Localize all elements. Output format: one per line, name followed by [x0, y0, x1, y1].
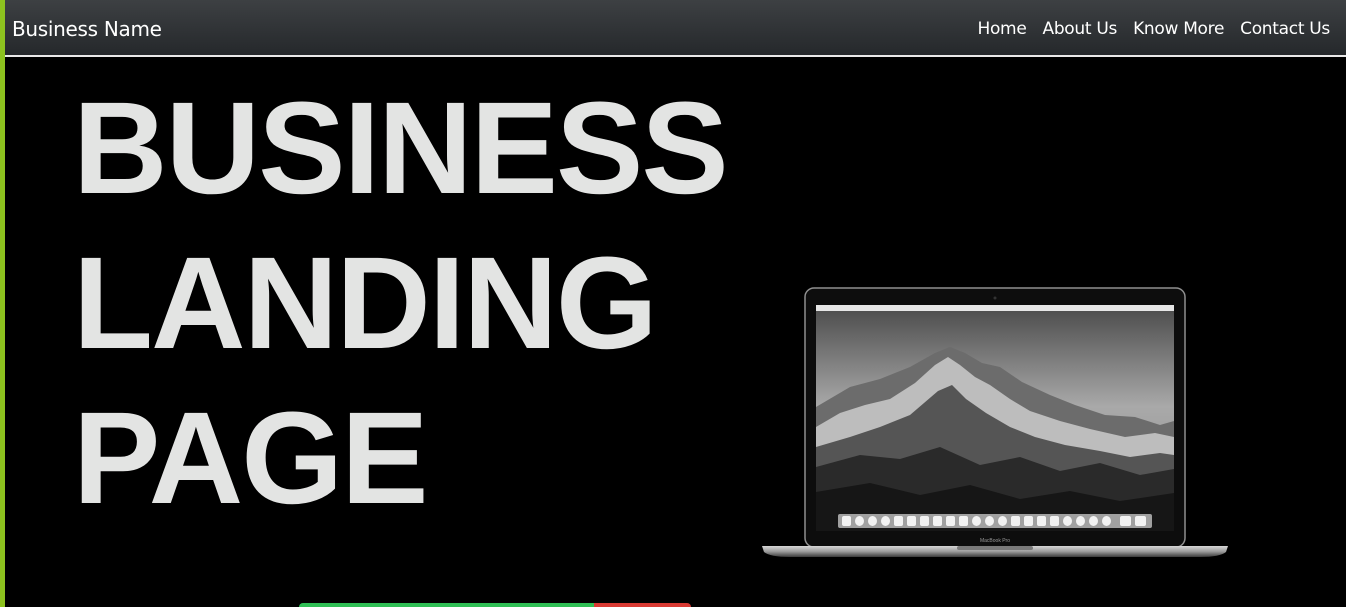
nav-link-about-us[interactable]: About Us: [1042, 19, 1117, 39]
hero-title-line-1: BUSINESS: [73, 74, 729, 221]
nav-links: Home About Us Know More Contact Us: [977, 19, 1330, 39]
nav-link-home[interactable]: Home: [977, 19, 1026, 39]
brand-link[interactable]: Business Name: [12, 17, 162, 41]
top-navbar: Business Name Home About Us Know More Co…: [5, 0, 1346, 57]
hero-title-line-3: PAGE: [73, 384, 429, 531]
hero-buttons: [299, 603, 691, 607]
hero-title: BUSINESS LANDING PAGE: [73, 70, 729, 535]
primary-action-button[interactable]: [299, 603, 594, 607]
laptop-image: MacBook Pro: [762, 287, 1228, 557]
nav-link-contact-us[interactable]: Contact Us: [1240, 19, 1330, 39]
landing-page: Business Name Home About Us Know More Co…: [0, 0, 1346, 607]
hero-title-line-2: LANDING: [73, 229, 658, 376]
nav-link-know-more[interactable]: Know More: [1133, 19, 1224, 39]
laptop-caption: MacBook Pro: [980, 538, 1010, 544]
secondary-action-button[interactable]: [594, 603, 691, 607]
left-accent-bar: [0, 0, 5, 607]
